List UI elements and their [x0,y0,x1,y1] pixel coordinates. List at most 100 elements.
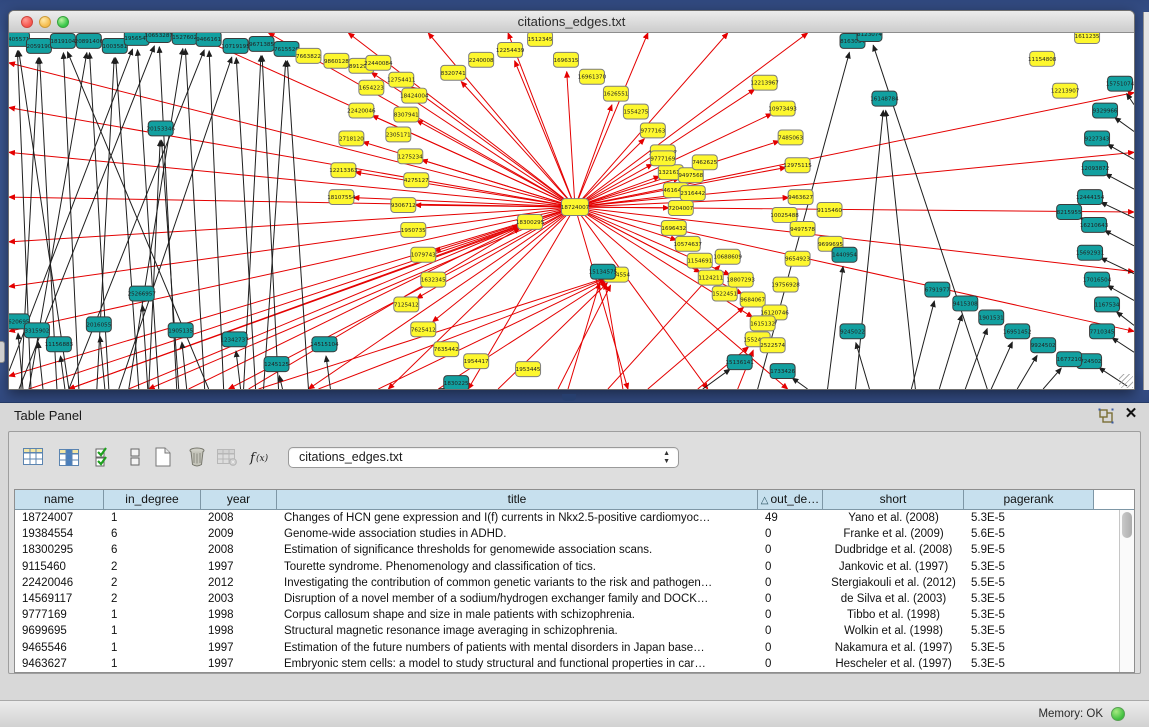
table-row[interactable]: 1830029562008Estimation of significance … [15,542,1134,558]
left-divider-handle[interactable] [0,341,5,363]
network-node[interactable]: 12213907 [1051,83,1080,98]
network-node[interactable]: 10973493 [768,101,797,116]
network-node[interactable]: 1615132 [750,316,775,331]
table-row[interactable]: 2242004622012Investigating the contribut… [15,575,1134,591]
select-all-columns-icon[interactable] [91,444,117,470]
network-node[interactable]: 12213363 [329,163,358,178]
window-resize-grip[interactable] [1119,374,1133,388]
network-node[interactable]: 1953445 [516,362,541,377]
float-window-icon[interactable] [1097,407,1115,425]
network-node[interactable]: 7125412 [394,297,419,312]
network-node[interactable]: 10719195 [221,38,250,53]
network-node[interactable]: 9463627 [788,190,813,205]
network-node[interactable]: 7204007 [668,201,693,216]
network-node[interactable]: 9497578 [790,221,815,236]
network-node[interactable]: 12342737 [220,332,249,347]
network-node[interactable]: 15136141 [726,355,755,370]
network-node[interactable]: 22440084 [364,55,393,70]
column-header-pagerank[interactable]: pagerank [964,490,1094,510]
network-node[interactable]: 20891406 [75,33,104,48]
network-node[interactable]: 9654923 [785,251,810,266]
network-node[interactable]: 1905135 [168,323,193,338]
network-node[interactable]: 9924502 [1031,338,1056,353]
network-node[interactable]: 1079743 [411,247,436,262]
memory-status-indicator[interactable] [1111,707,1125,721]
network-node[interactable]: 2316442 [680,186,705,201]
table-row[interactable]: 946362711997Embryonic stem cells: a mode… [15,656,1134,672]
network-node[interactable]: 10025488 [770,208,799,223]
vertical-scrollbar[interactable] [1119,510,1134,672]
network-node[interactable]: 1819104 [50,33,75,48]
table-mode-icon[interactable] [122,444,148,470]
table-row[interactable]: 977716911998Corpus callosum shape and si… [15,607,1134,623]
network-node[interactable]: 8123074 [857,33,882,41]
network-node[interactable]: 17016504 [1083,272,1112,287]
network-node[interactable]: 15134575 [589,264,618,279]
citation-network-graph[interactable]: 1872400718300295193845541614878414055712… [9,33,1134,389]
network-node[interactable]: 1611235 [1075,33,1100,43]
network-node[interactable]: 7663822 [296,48,321,63]
table-row[interactable]: 1456911722003Disruption of a novel membe… [15,591,1134,607]
table-row[interactable]: 946554611997Estimation of the future num… [15,640,1134,656]
network-node[interactable]: 2059190 [26,38,51,53]
network-node[interactable]: 1954417 [464,354,489,369]
network-node[interactable]: 15751074 [1106,76,1134,91]
network-node[interactable]: 1677210 [1057,352,1082,367]
network-node[interactable]: 2522574 [760,338,785,353]
network-node[interactable]: 18107554 [327,190,356,205]
network-node[interactable]: 9777163 [640,123,665,138]
network-node[interactable]: 8320741 [441,65,466,80]
splitter-handle[interactable] [562,394,576,401]
network-node[interactable]: 1632345 [421,272,446,287]
network-node[interactable]: 9245022 [840,324,865,339]
network-node[interactable]: 9684067 [740,292,765,307]
network-node[interactable]: 9115460 [817,203,842,218]
network-node[interactable]: 1154691 [687,253,712,268]
network-node[interactable]: 18807293 [727,272,756,287]
network-node[interactable]: 7625412 [411,322,436,337]
network-node[interactable]: 12213967 [750,75,779,90]
network-node[interactable]: 7462625 [692,155,717,170]
column-header-name[interactable]: name [15,490,104,510]
network-node[interactable]: 1275234 [398,149,423,164]
network-node[interactable]: 2305171 [386,127,411,142]
network-node[interactable]: 1696315 [554,52,579,67]
network-node[interactable]: 8215955 [1057,205,1082,220]
network-node[interactable]: 1440954 [832,247,857,262]
network-node[interactable]: 12975115 [783,158,812,173]
network-node[interactable]: 1901531 [979,310,1004,325]
column-header-title[interactable]: title [277,490,758,510]
network-node[interactable]: 1733426 [770,364,795,379]
table-selector-dropdown[interactable]: citations_edges.txt ▲▼ [288,447,679,468]
network-node[interactable]: 1554275 [623,104,648,119]
network-node[interactable]: 1124211 [698,270,723,285]
delete-column-icon[interactable] [184,444,210,470]
network-node[interactable]: 1654223 [359,80,384,95]
network-node[interactable]: 12254439 [496,42,525,57]
scrollbar-thumb[interactable] [1122,512,1132,538]
network-node[interactable]: 1626551 [603,86,628,101]
network-node[interactable]: 9415308 [953,296,978,311]
network-node[interactable]: 6791977 [925,282,950,297]
network-node[interactable]: 3315902 [24,323,49,338]
network-node[interactable]: 19756928 [771,277,800,292]
network-node[interactable]: 10574637 [674,236,703,251]
network-node[interactable]: 16951452 [1003,324,1031,339]
network-node[interactable]: 1245125 [264,357,289,372]
network-node[interactable]: 20153346 [147,121,176,136]
network-node[interactable]: 9227343 [1085,131,1110,146]
network-window-titlebar[interactable]: citations_edges.txt [9,11,1134,33]
column-header-in_degree[interactable]: in_degree [104,490,201,510]
network-node[interactable]: 7485063 [778,130,803,145]
network-node[interactable]: 2718120 [339,131,364,146]
network-window[interactable]: citations_edges.txt 18724007183002951938… [8,10,1135,390]
function-builder-icon[interactable]: f(x) [247,444,273,470]
network-node[interactable]: 7635442 [434,342,459,357]
network-node[interactable]: 9777169 [650,151,675,166]
table-row[interactable]: 969969511998Structural magnetic resonanc… [15,623,1134,639]
table-row[interactable]: 911546021997Tourette syndrome. Phenomeno… [15,559,1134,575]
network-node[interactable]: 25266957 [128,286,157,301]
table-row[interactable]: 1938455462009Genome-wide association stu… [15,526,1134,542]
close-panel-icon[interactable]: ✕ [1122,405,1140,423]
table-row[interactable]: 1872400712008Changes of HCN gene express… [15,510,1134,526]
